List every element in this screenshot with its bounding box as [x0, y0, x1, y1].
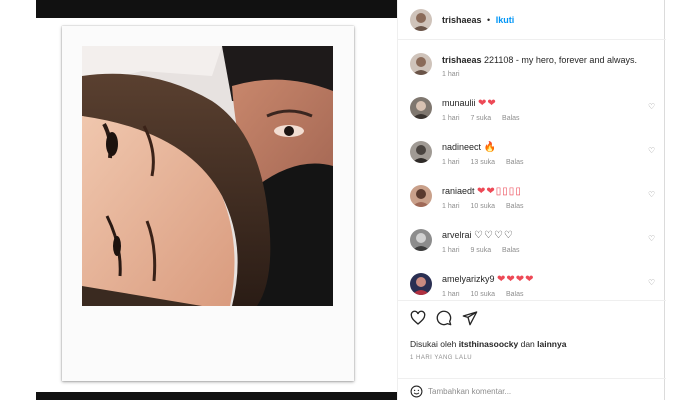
actions-divider [398, 300, 666, 301]
comment-meta: 1 hari 9 suka Balas [442, 247, 529, 254]
comment-text: ❤❤▯▯▯▯ [477, 186, 522, 197]
emoji-icon[interactable] [410, 385, 423, 398]
comment-avatar[interactable] [410, 273, 432, 295]
caption-meta: 1 hari [442, 71, 469, 78]
comment-time[interactable]: 1 hari [442, 291, 460, 298]
author-avatar[interactable] [410, 9, 432, 31]
comment-avatar[interactable] [410, 229, 432, 251]
comment-time[interactable]: 1 hari [442, 203, 460, 210]
comment-like-icon[interactable]: ♡ [648, 146, 655, 155]
reply-button[interactable]: Balas [506, 159, 524, 166]
avatar-image [410, 97, 432, 119]
comment-avatar[interactable] [410, 141, 432, 163]
comment-like-icon[interactable]: ♡ [648, 278, 655, 287]
reply-button[interactable]: Balas [506, 291, 524, 298]
comment-username[interactable]: raniaedt [442, 186, 475, 196]
comment-username[interactable]: arvelrai [442, 230, 472, 240]
comment-like-icon[interactable]: ♡ [648, 234, 655, 243]
comment-text: ♡♡♡♡ [474, 230, 514, 241]
comment-time[interactable]: 1 hari [442, 159, 460, 166]
comment-row: raniaedt ❤❤▯▯▯▯ [442, 186, 522, 197]
photo-illustration [82, 46, 333, 306]
comment-text: 🔥 [483, 142, 497, 153]
likes-conj: dan [520, 339, 535, 349]
avatar-image [410, 53, 432, 75]
comment-text: ❤❤ [478, 98, 497, 109]
likes-prefix: Disukai oleh [410, 339, 457, 349]
add-comment-bar [398, 378, 666, 400]
comment-likes[interactable]: 9 suka [470, 247, 491, 254]
comment-avatar[interactable] [410, 97, 432, 119]
post-date[interactable]: 1 HARI YANG LALU [410, 355, 472, 361]
media-bottom-bar [36, 392, 397, 400]
comment-like-icon[interactable]: ♡ [648, 102, 655, 111]
media-top-bar [36, 0, 397, 18]
share-icon[interactable] [462, 310, 478, 326]
comment-likes[interactable]: 10 suka [470, 203, 495, 210]
caption-avatar[interactable] [410, 53, 432, 75]
comment-meta: 1 hari 10 suka Balas [442, 203, 532, 210]
likes-others[interactable]: lainnya [537, 339, 566, 349]
caption-text: 221108 - my hero, forever and always. [484, 55, 637, 65]
comment-time[interactable]: 1 hari [442, 115, 460, 122]
comment-likes[interactable]: 7 suka [470, 115, 491, 122]
comment-username[interactable]: amelyarizky9 [442, 274, 495, 284]
comment-row: arvelrai ♡♡♡♡ [442, 230, 514, 241]
comment-meta: 1 hari 10 suka Balas [442, 291, 532, 299]
author-username[interactable]: trishaeas [442, 15, 482, 25]
comment-icon[interactable] [436, 310, 452, 326]
comment-row: amelyarizky9 ❤❤❤❤ [442, 274, 535, 285]
caption-username[interactable]: trishaeas [442, 55, 482, 65]
comment-meta: 1 hari 7 suka Balas [442, 115, 529, 122]
comment-meta: 1 hari 13 suka Balas [442, 159, 532, 166]
post-side-panel: trishaeas • Ikuti trishaeas 221108 - my … [397, 0, 666, 400]
comment-input[interactable] [428, 387, 628, 396]
avatar-image [410, 229, 432, 251]
post-media [36, 0, 397, 400]
caption-time[interactable]: 1 hari [442, 71, 460, 78]
comment-likes[interactable]: 10 suka [470, 291, 495, 298]
reply-button[interactable]: Balas [506, 203, 524, 210]
reply-button[interactable]: Balas [502, 247, 520, 254]
comment-time[interactable]: 1 hari [442, 247, 460, 254]
avatar-image [410, 273, 432, 295]
follow-button[interactable]: Ikuti [496, 15, 515, 25]
comment-row: munaulii ❤❤ [442, 98, 497, 109]
header-separator: • [487, 15, 491, 25]
comment-avatar[interactable] [410, 185, 432, 207]
caption: trishaeas 221108 - my hero, forever and … [442, 55, 637, 65]
avatar-image [410, 9, 432, 31]
reply-button[interactable]: Balas [502, 115, 520, 122]
comment-like-icon[interactable]: ♡ [648, 190, 655, 199]
comment-username[interactable]: munaulii [442, 98, 476, 108]
polaroid-frame [62, 26, 354, 381]
comment-text: ❤❤❤❤ [497, 274, 535, 285]
avatar-image [410, 185, 432, 207]
comment-row: nadineect 🔥 [442, 142, 496, 153]
comment-username[interactable]: nadineect [442, 142, 481, 152]
heart-icon[interactable] [410, 310, 426, 326]
comment-likes[interactable]: 13 suka [470, 159, 495, 166]
avatar-image [410, 141, 432, 163]
likes-summary: Disukai oleh itsthinasoocky dan lainnya [410, 339, 566, 349]
likes-user[interactable]: itsthinasoocky [459, 339, 519, 349]
post-photo[interactable] [82, 46, 333, 306]
post-header: trishaeas • Ikuti [398, 0, 666, 40]
